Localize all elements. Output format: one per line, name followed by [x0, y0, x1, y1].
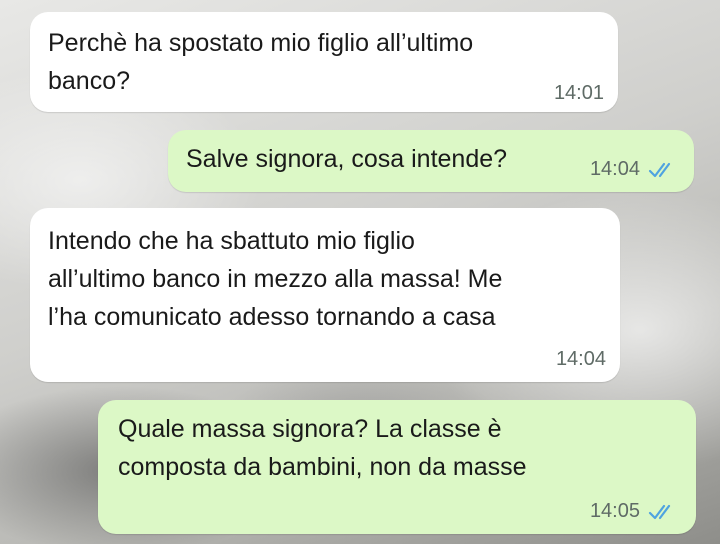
- message-text: Perchè ha spostato mio figlio all’ultimo…: [48, 24, 473, 100]
- message-time: 14:01: [553, 82, 604, 104]
- message-bubble-incoming[interactable]: Intendo che ha sbattuto mio figlio all’u…: [30, 208, 620, 382]
- message-line: l’ha comunicato adesso tornando a casa: [48, 303, 496, 331]
- message-text: Intendo che ha sbattuto mio figlio all’u…: [48, 222, 502, 336]
- message-time: 14:04: [555, 348, 606, 370]
- message-time: 14:05: [589, 500, 640, 522]
- message-line: Intendo che ha sbattuto mio figlio: [48, 227, 415, 255]
- message-time: 14:04: [589, 158, 640, 180]
- message-meta: 14:01: [554, 82, 604, 105]
- message-line: Perchè ha spostato mio figlio all’ultimo: [48, 29, 474, 57]
- double-check-icon: [648, 504, 671, 519]
- message-line: all’ultimo banco in mezzo alla massa! Me: [48, 265, 503, 293]
- message-line: composta da bambini, non da masse: [118, 453, 527, 481]
- message-line: banco?: [48, 67, 131, 95]
- message-bubble-outgoing[interactable]: Quale massa signora? La classe è compost…: [98, 400, 696, 534]
- double-check-icon: [648, 162, 671, 177]
- message-bubble-incoming[interactable]: Perchè ha spostato mio figlio all’ultimo…: [30, 12, 618, 112]
- message-text: Salve signora, cosa intende?: [186, 140, 507, 178]
- message-line: Salve signora, cosa intende?: [186, 145, 508, 173]
- message-meta: 14:04: [556, 348, 606, 371]
- message-text: Quale massa signora? La classe è compost…: [118, 410, 527, 486]
- message-line: Quale massa signora? La classe è: [118, 415, 502, 443]
- message-meta: 14:04: [590, 158, 678, 181]
- message-meta: 14:05: [590, 500, 678, 523]
- message-bubble-outgoing[interactable]: Salve signora, cosa intende? 14:04: [168, 130, 694, 192]
